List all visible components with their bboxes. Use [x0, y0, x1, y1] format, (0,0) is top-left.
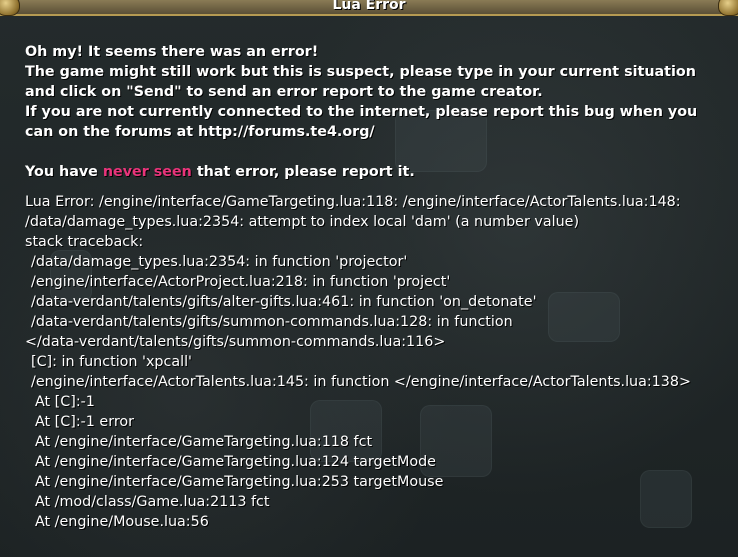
- traceback-line: At [C]:-1: [35, 394, 95, 410]
- message-line: If you are not currently connected to th…: [25, 104, 698, 120]
- traceback-line: [C]: in function 'xpcall': [31, 354, 192, 370]
- traceback-line: At /engine/interface/GameTargeting.lua:2…: [35, 474, 444, 490]
- traceback-line: /data/damage_types.lua:2354: in function…: [31, 254, 408, 270]
- lua-error-dialog: Lua Error Oh my! It seems there was an e…: [0, 0, 738, 557]
- dialog-title: Lua Error: [332, 0, 406, 13]
- seen-highlight: never seen: [102, 164, 192, 180]
- seen-status-line: You have never seen that error, please r…: [25, 162, 715, 182]
- traceback-line: At /mod/class/Game.lua:2113 fct: [35, 494, 270, 510]
- title-bar: Lua Error: [0, 0, 738, 16]
- message-line: and click on "Send" to send an error rep…: [25, 84, 543, 100]
- traceback-line: At /engine/Mouse.lua:56: [35, 514, 209, 530]
- dialog-body: Oh my! It seems there was an error! The …: [25, 42, 715, 532]
- seen-prefix: You have: [25, 164, 103, 180]
- traceback-line: At /engine/interface/GameTargeting.lua:1…: [35, 434, 373, 450]
- message-line: Oh my! It seems there was an error!: [25, 44, 319, 60]
- ornament-right-icon: [718, 0, 738, 16]
- traceback-line: /engine/interface/ActorProject.lua:218: …: [31, 274, 451, 290]
- message-line: can on the forums at http://forums.te4.o…: [25, 124, 375, 140]
- traceback-line: /data/damage_types.lua:2354: attempt to …: [25, 214, 580, 230]
- traceback-line: At [C]:-1 error: [35, 414, 135, 430]
- message-line: The game might still work but this is su…: [25, 64, 696, 80]
- traceback-line: /data-verdant/talents/gifts/summon-comma…: [31, 314, 513, 330]
- traceback-line: /engine/interface/ActorTalents.lua:145: …: [31, 374, 691, 390]
- traceback-line: Lua Error: /engine/interface/GameTargeti…: [25, 194, 681, 210]
- seen-suffix: that error, please report it.: [191, 164, 415, 180]
- traceback-line: At /engine/interface/GameTargeting.lua:1…: [35, 454, 436, 470]
- traceback-line: stack traceback:: [25, 234, 144, 250]
- traceback-line: /data-verdant/talents/gifts/alter-gifts.…: [31, 294, 537, 310]
- traceback-line: </data-verdant/talents/gifts/summon-comm…: [25, 334, 446, 350]
